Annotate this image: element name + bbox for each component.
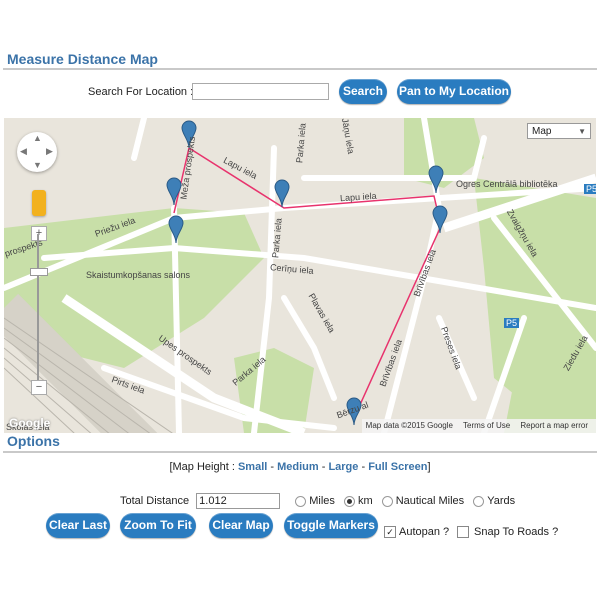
chevron-down-icon: ▼ (578, 127, 586, 136)
unit-km-label: km (357, 495, 373, 507)
clear-map-button[interactable]: Clear Map (209, 513, 273, 538)
snap-to-roads-checkbox[interactable] (457, 526, 469, 538)
height-fullscreen-link[interactable]: Full Screen (368, 461, 427, 473)
google-logo: Google (9, 416, 51, 430)
map-height-selector: [Map Height : Small - Medium - Large - F… (169, 461, 431, 473)
snap-to-roads-label: Snap To Roads ? (474, 526, 559, 538)
map-type-select[interactable]: Map ▼ (527, 123, 591, 139)
terms-of-use-link[interactable]: Terms of Use (463, 421, 510, 430)
map-attribution: Map data ©2015 Google Terms of Use Repor… (361, 419, 596, 433)
autopan-label: Autopan ? (399, 526, 450, 538)
toggle-markers-button[interactable]: Toggle Markers (284, 513, 378, 538)
zoom-slider-handle[interactable] (30, 268, 48, 276)
zoom-slider-track[interactable] (37, 234, 39, 386)
map-label: Skaistumkopšanas salons (86, 270, 191, 280)
unit-miles-label: Miles (309, 495, 335, 507)
map-height-label: Map Height : (172, 461, 235, 473)
map-label: Ogres Centrālā bibliotēka (456, 179, 558, 189)
title-divider (3, 68, 597, 70)
zoom-out-button[interactable]: − (31, 380, 47, 395)
search-label: Search For Location : (88, 86, 194, 98)
pan-control[interactable]: ▲ ▼ ◀ ▶ (17, 132, 57, 172)
distance-row: Total Distance 1.012 Miles km Nautical M… (120, 493, 516, 510)
pan-up-icon[interactable]: ▲ (33, 133, 42, 143)
options-title: Options (7, 433, 60, 449)
pan-left-icon[interactable]: ◀ (20, 146, 27, 157)
options-divider (3, 451, 597, 453)
unit-miles-radio[interactable] (295, 495, 307, 507)
height-small-link[interactable]: Small (238, 461, 267, 473)
zoom-to-fit-button[interactable]: Zoom To Fit (120, 513, 196, 538)
street-view-pegman-icon[interactable] (32, 190, 46, 216)
total-distance-field[interactable]: 1.012 (196, 493, 281, 510)
map-data-credit: Map data ©2015 Google (365, 421, 453, 430)
pan-down-icon[interactable]: ▼ (33, 160, 42, 170)
pan-right-icon[interactable]: ▶ (46, 146, 53, 157)
unit-nautical-radio[interactable] (381, 495, 393, 507)
report-map-error-link[interactable]: Report a map error (520, 421, 588, 430)
map-type-value: Map (532, 126, 552, 137)
parking-badge: P5 (504, 318, 520, 328)
autopan-checkbox[interactable]: ✓ (384, 526, 396, 538)
height-large-link[interactable]: Large (328, 461, 358, 473)
zoom-in-button[interactable]: + (31, 226, 47, 241)
unit-nautical-label: Nautical Miles (395, 495, 465, 507)
unit-km-radio[interactable] (343, 495, 355, 507)
pan-to-location-button[interactable]: Pan to My Location (397, 79, 511, 104)
total-distance-label: Total Distance (120, 495, 190, 507)
map-canvas[interactable]: Lapu iela Lapu iela Parka iela Parka iel… (4, 118, 596, 433)
unit-yards-radio[interactable] (473, 495, 485, 507)
clear-last-button[interactable]: Clear Last (46, 513, 110, 538)
height-medium-link[interactable]: Medium (277, 461, 319, 473)
page-title: Measure Distance Map (7, 51, 158, 67)
search-button[interactable]: Search (339, 79, 387, 104)
search-input[interactable] (192, 83, 329, 100)
unit-yards-label: Yards (487, 495, 516, 507)
search-bar: Search For Location : Search Pan to My L… (0, 79, 600, 105)
parking-badge: P5 (584, 184, 596, 194)
